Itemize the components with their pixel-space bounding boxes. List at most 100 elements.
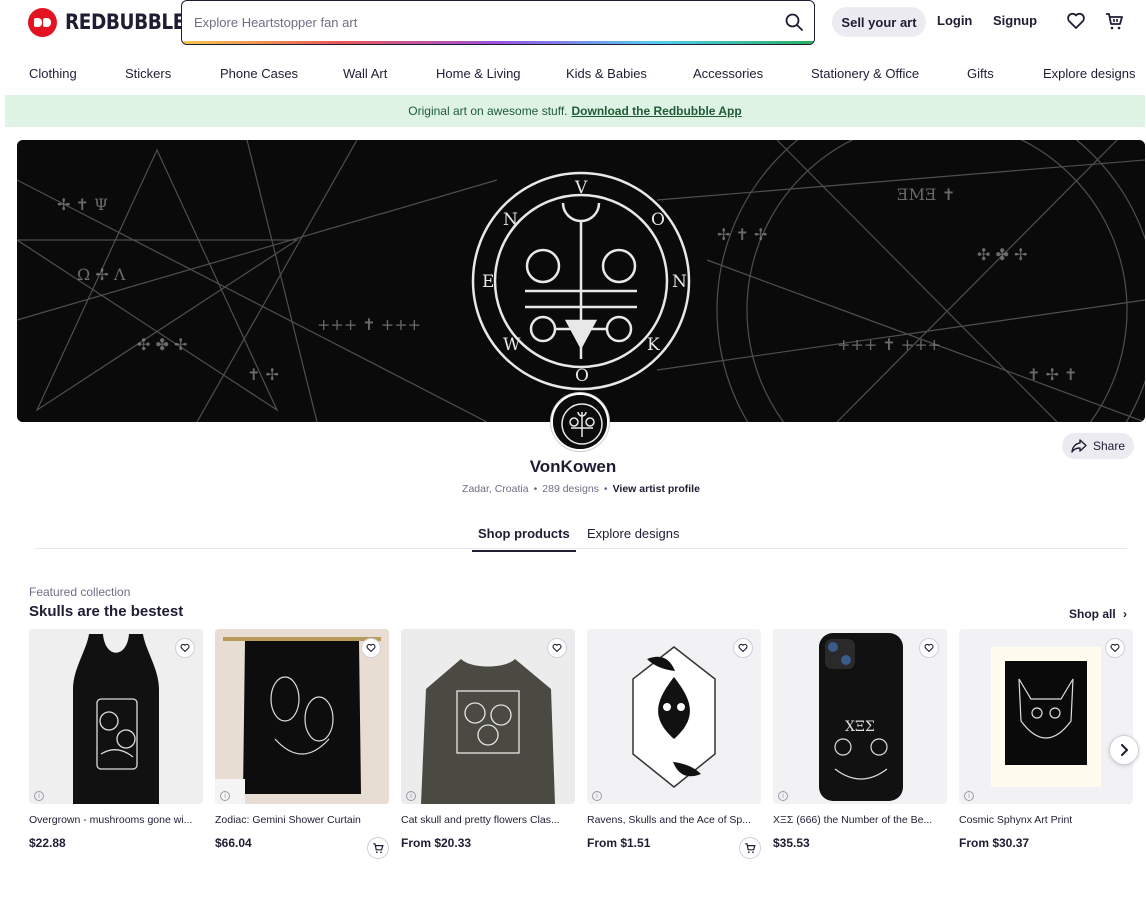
view-artist-profile-link[interactable]: View artist profile	[613, 483, 700, 495]
tab-explore-designs[interactable]: Explore designs	[587, 526, 680, 541]
product-card[interactable]: i Cat skull and pretty flowers Clas... F…	[401, 629, 575, 859]
search-icon[interactable]	[784, 12, 804, 32]
product-title[interactable]: Cosmic Sphynx Art Print	[959, 814, 1133, 826]
favorite-heart-icon[interactable]	[175, 638, 195, 658]
svg-text:O: O	[575, 366, 589, 386]
nav-item-accessories[interactable]: Accessories	[693, 66, 763, 81]
redbubble-logo[interactable]: REDBUBBLE	[28, 6, 201, 38]
shop-all-link[interactable]: Shop all ›	[1069, 607, 1127, 621]
svg-text:O: O	[651, 210, 665, 230]
product-title[interactable]: Ravens, Skulls and the Ace of Sp...	[587, 814, 761, 826]
chevron-right-icon: ›	[1123, 607, 1128, 621]
product-card[interactable]: i Cosmic Sphynx Art Print From $30.37	[959, 629, 1133, 859]
tab-shop-products[interactable]: Shop products	[472, 526, 576, 552]
svg-text:W: W	[503, 335, 521, 355]
svg-text:N: N	[672, 272, 687, 292]
info-icon[interactable]: i	[34, 791, 44, 801]
svg-text:✣ ✤ ✢: ✣ ✤ ✢	[977, 245, 1027, 264]
separator-dot: •	[533, 483, 538, 495]
svg-text:E: E	[482, 272, 494, 292]
favorite-heart-icon[interactable]	[1105, 638, 1125, 658]
search-input[interactable]	[194, 1, 754, 43]
collection-title: Skulls are the bestest	[29, 603, 184, 620]
share-button[interactable]: Share	[1062, 433, 1134, 459]
add-to-cart-icon[interactable]	[367, 837, 389, 859]
product-price: From $30.37	[959, 836, 1030, 850]
product-price: From $1.51	[587, 836, 651, 850]
info-icon[interactable]: i	[220, 791, 230, 801]
product-title[interactable]: Overgrown - mushrooms gone wi...	[29, 814, 203, 826]
product-carousel: i Overgrown - mushrooms gone wi... $22.8…	[29, 629, 1133, 859]
favorite-heart-icon[interactable]	[361, 638, 381, 658]
info-icon[interactable]: i	[778, 791, 788, 801]
nav-item-stickers[interactable]: Stickers	[125, 66, 171, 81]
svg-text:✝ ✢: ✝ ✢	[247, 365, 279, 384]
nav-item-home-living[interactable]: Home & Living	[436, 66, 521, 81]
svg-text:✢ ✝ ✢: ✢ ✝ ✢	[717, 225, 767, 244]
product-image[interactable]	[959, 629, 1133, 804]
product-price: $22.88	[29, 836, 66, 850]
promo-text: Original art on awesome stuff.	[408, 104, 568, 118]
product-image[interactable]	[29, 629, 203, 804]
svg-text:✣ ✤ ✢: ✣ ✤ ✢	[137, 335, 187, 354]
nav-item-kids-babies[interactable]: Kids & Babies	[566, 66, 647, 81]
cart-icon[interactable]	[1104, 11, 1124, 31]
shop-tabs: Shop products Explore designs	[35, 520, 1127, 552]
nav-item-phone-cases[interactable]: Phone Cases	[220, 66, 298, 81]
nav-item-clothing[interactable]: Clothing	[29, 66, 77, 81]
product-title[interactable]: Zodiac: Gemini Shower Curtain	[215, 814, 389, 826]
svg-text:ƎMƎ ✝: ƎMƎ ✝	[897, 185, 955, 204]
chevron-right-icon	[1121, 744, 1128, 756]
shop-all-label: Shop all	[1069, 607, 1116, 621]
favorite-heart-icon[interactable]	[733, 638, 753, 658]
sell-your-art-button[interactable]: Sell your art	[832, 7, 926, 37]
carousel-next-button[interactable]	[1109, 735, 1139, 765]
redbubble-logo-icon	[28, 7, 57, 37]
app-promo-banner: Original art on awesome stuff. Download …	[5, 95, 1145, 127]
heart-icon[interactable]	[1066, 11, 1086, 31]
favorite-heart-icon[interactable]	[547, 638, 567, 658]
artist-avatar[interactable]	[551, 393, 609, 451]
product-title[interactable]: Cat skull and pretty flowers Clas...	[401, 814, 575, 826]
svg-text:Ω ✢ Λ: Ω ✢ Λ	[77, 265, 126, 284]
info-icon[interactable]: i	[406, 791, 416, 801]
product-card[interactable]: i Ravens, Skulls and the Ace of Sp... Fr…	[587, 629, 761, 859]
category-nav: Clothing Stickers Phone Cases Wall Art H…	[0, 66, 1146, 86]
logo-text: REDBUBBLE	[65, 10, 185, 34]
svg-text:K: K	[647, 335, 660, 355]
info-icon[interactable]: i	[592, 791, 602, 801]
nav-item-explore-designs[interactable]: Explore designs	[1043, 66, 1136, 81]
product-image[interactable]: ΧΞΣ	[773, 629, 947, 804]
product-card[interactable]: ΧΞΣ i ΧΞΣ (666) the Number of the Be... …	[773, 629, 947, 859]
product-price: $66.04	[215, 836, 252, 850]
svg-text:✢ ✝ Ψ: ✢ ✝ Ψ	[57, 195, 108, 214]
nav-item-wall-art[interactable]: Wall Art	[343, 66, 387, 81]
login-link[interactable]: Login	[937, 13, 972, 28]
product-card[interactable]: i Overgrown - mushrooms gone wi... $22.8…	[29, 629, 203, 859]
svg-text:+++ ✝ +++: +++ ✝ +++	[837, 335, 941, 354]
share-label: Share	[1092, 439, 1126, 453]
svg-text:✝ ✢ ✝: ✝ ✢ ✝	[1027, 365, 1077, 384]
featured-collection-label: Featured collection	[29, 585, 131, 599]
artist-meta: Zadar, Croatia • 289 designs • View artist p…	[0, 483, 1146, 495]
nav-item-stationery-office[interactable]: Stationery & Office	[811, 66, 919, 81]
artist-design-count: 289 designs	[542, 483, 599, 495]
favorite-heart-icon[interactable]	[919, 638, 939, 658]
svg-text:+++ ✝ +++: +++ ✝ +++	[317, 315, 421, 334]
product-image[interactable]	[215, 629, 389, 804]
product-image[interactable]	[587, 629, 761, 804]
artist-cover-image: ✢ ✝ Ψ ✣ ✤ ✢ +++ ✝ +++ ✝ ✢ ✢ ✝ ✢ +++ ✝ ++…	[17, 140, 1145, 422]
product-image[interactable]	[401, 629, 575, 804]
download-app-link[interactable]: Download the Redbubble App	[571, 104, 741, 118]
share-arrow-icon	[1071, 439, 1087, 453]
signup-link[interactable]: Signup	[993, 13, 1037, 28]
artist-location: Zadar, Croatia	[462, 483, 529, 495]
site-header: REDBUBBLE Sell your art Login Signup	[0, 0, 1146, 45]
add-to-cart-icon[interactable]	[739, 837, 761, 859]
product-price: $35.53	[773, 836, 810, 850]
svg-text:N: N	[503, 210, 518, 230]
product-card[interactable]: i Zodiac: Gemini Shower Curtain $66.04	[215, 629, 389, 859]
product-title[interactable]: ΧΞΣ (666) the Number of the Be...	[773, 814, 947, 826]
nav-item-gifts[interactable]: Gifts	[967, 66, 994, 81]
info-icon[interactable]: i	[964, 791, 974, 801]
